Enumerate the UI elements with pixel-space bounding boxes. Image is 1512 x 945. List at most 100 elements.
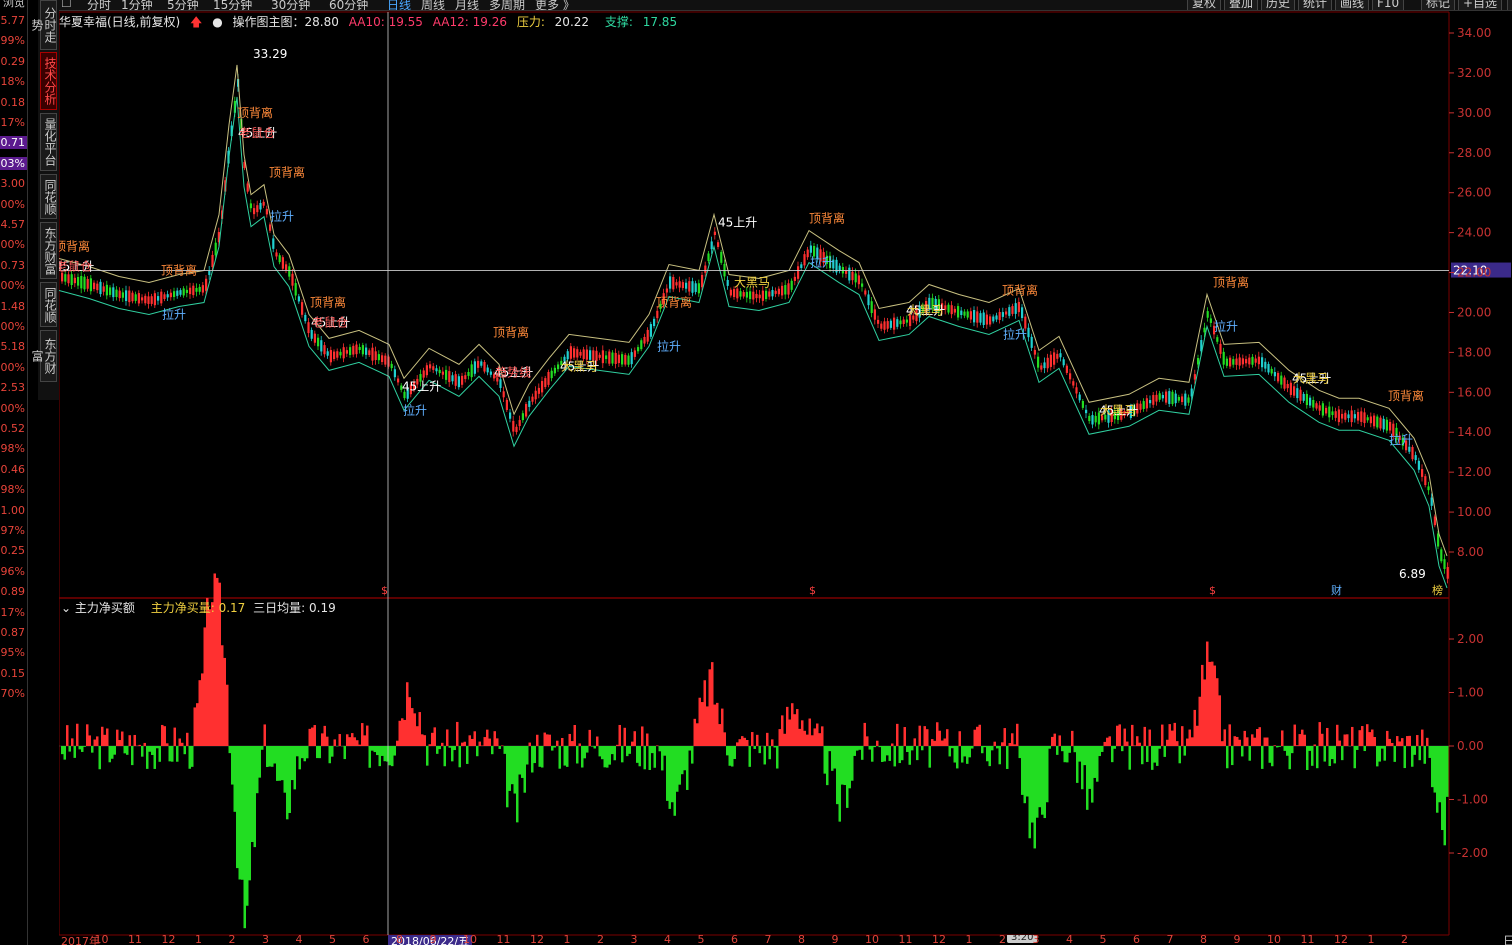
watchlist-value[interactable]: 98% xyxy=(0,442,27,455)
avg-label: 三日均量: xyxy=(253,601,309,615)
net-buy-bar xyxy=(931,739,934,746)
watchlist-value[interactable]: 98% xyxy=(0,483,27,496)
watchlist-value[interactable]: 0.52 xyxy=(0,422,27,435)
watchlist-value[interactable]: 70% xyxy=(0,687,27,700)
candle-body xyxy=(544,378,547,388)
watchlist-value[interactable]: 1.00 xyxy=(0,504,27,517)
net-buy-bar xyxy=(271,746,274,767)
net-buy-bar xyxy=(888,746,891,761)
watchlist-value[interactable]: 0.15 xyxy=(0,667,27,680)
candle-body xyxy=(787,283,790,295)
watchlist-value[interactable]: 97% xyxy=(0,524,27,537)
watchlist-value[interactable]: 00% xyxy=(0,279,27,292)
candle-body xyxy=(1232,359,1235,365)
candle-body xyxy=(566,351,569,360)
net-buy-bar xyxy=(1016,723,1019,746)
candle-body xyxy=(499,379,502,388)
net-buy-bar xyxy=(281,746,284,781)
watchlist-value[interactable]: 17% xyxy=(0,606,27,619)
candle-body xyxy=(1152,395,1155,405)
candle-body xyxy=(342,347,345,359)
net-buy-bar xyxy=(1161,724,1164,746)
collapse-icon[interactable]: ⌄ xyxy=(61,601,71,615)
watchlist-value[interactable]: 00% xyxy=(0,238,27,251)
candle-body xyxy=(1021,307,1024,319)
candle-body xyxy=(83,276,86,290)
net-buy-bar xyxy=(771,739,774,746)
candle-body xyxy=(899,320,902,325)
watchlist-value[interactable]: 03% xyxy=(0,156,27,170)
watchlist-value[interactable]: 5.77 xyxy=(0,14,27,27)
watchlist-value[interactable]: 0.18 xyxy=(0,96,27,109)
watchlist-value[interactable]: 0.87 xyxy=(0,626,27,639)
candle-body xyxy=(1005,311,1008,315)
sub-chart-title[interactable]: 主力净买额 xyxy=(75,601,135,615)
watchlist-value[interactable]: 18% xyxy=(0,75,27,88)
candle-body xyxy=(64,274,67,282)
watchlist-value[interactable]: 4.57 xyxy=(0,218,27,231)
candle-body xyxy=(573,348,576,358)
net-buy-bar xyxy=(1243,730,1246,746)
candle-body xyxy=(806,249,809,258)
date-tick: 6 xyxy=(1133,935,1140,945)
net-buy-bar xyxy=(1408,735,1411,746)
watchlist-value[interactable]: 00% xyxy=(0,320,27,333)
candle-body xyxy=(1421,469,1424,477)
net-buy-bar xyxy=(898,746,901,764)
candle-body xyxy=(102,286,105,292)
watchlist-value[interactable]: 0.29 xyxy=(0,55,27,68)
candle-body xyxy=(1142,401,1145,409)
vertical-tab[interactable]: 同花顺 xyxy=(40,282,57,327)
net-buy-bar xyxy=(773,746,776,748)
net-buy-bar xyxy=(768,746,771,760)
indicator-toggle-icon[interactable]: ● xyxy=(212,15,222,29)
net-buy-bar xyxy=(866,736,869,746)
net-buy-bar xyxy=(276,746,279,781)
watchlist-value[interactable]: 00% xyxy=(0,361,27,374)
watchlist-value[interactable]: 99% xyxy=(0,34,27,47)
net-buy-bar xyxy=(1381,746,1384,749)
watchlist-value[interactable]: 0.71 xyxy=(0,136,27,150)
vertical-tab[interactable]: 分时走势 xyxy=(30,0,57,50)
watchlist-value[interactable]: 95% xyxy=(0,646,27,659)
stock-title[interactable]: 华夏幸福(日线,前复权) xyxy=(59,15,180,29)
net-buy-bar xyxy=(883,746,886,762)
net-buy-bar xyxy=(618,724,621,746)
watchlist-value[interactable]: 96% xyxy=(0,565,27,578)
vertical-tab[interactable]: 东方财富 xyxy=(30,330,57,382)
kline-chart[interactable]: 22.1033.296.89顶背离顶背离顶背离顶背离顶背离顶背离顶背离顶背离顶背… xyxy=(59,0,1512,945)
candle-body xyxy=(774,290,777,294)
candle-body xyxy=(182,288,185,296)
watchlist-value[interactable]: 1.48 xyxy=(0,300,27,313)
net-buy-bar xyxy=(868,746,871,750)
watchlist-value[interactable]: 00% xyxy=(0,402,27,415)
candle-body xyxy=(582,349,585,359)
watchlist-value[interactable]: 5.18 xyxy=(0,340,27,353)
net-buy-bar xyxy=(1083,746,1086,766)
net-buy-bar xyxy=(541,746,544,768)
watchlist-value[interactable]: 00% xyxy=(0,198,27,211)
vertical-tab[interactable]: 量化平台 xyxy=(40,113,57,171)
vertical-tab[interactable]: 东方财富 xyxy=(40,222,57,279)
watchlist-value[interactable]: 2.53 xyxy=(0,381,27,394)
watchlist-value[interactable]: 3.00 xyxy=(0,177,27,190)
net-buy-bar xyxy=(1088,746,1091,789)
date-tick: 4 xyxy=(295,935,303,945)
candle-body xyxy=(656,310,659,319)
watchlist-value[interactable]: 0.46 xyxy=(0,463,27,476)
candle-body xyxy=(720,251,723,263)
vertical-tab[interactable]: 技术分析 xyxy=(40,52,57,110)
net-buy-bar xyxy=(728,746,731,766)
high-price-label: 33.29 xyxy=(253,47,287,61)
watchlist-value[interactable]: 17% xyxy=(0,116,27,129)
vertical-tab[interactable]: 同花顺 xyxy=(40,174,57,219)
watchlist-header: 浏览 xyxy=(3,0,25,9)
watchlist-value[interactable]: 0.25 xyxy=(0,544,27,557)
net-buy-bar xyxy=(196,703,199,746)
candle-body xyxy=(141,297,144,301)
watchlist-value[interactable]: 0.73 xyxy=(0,259,27,272)
net-buy-bar xyxy=(151,746,154,755)
net-buy-bar xyxy=(573,724,576,746)
net-buy-bar xyxy=(1158,746,1161,749)
watchlist-value[interactable]: 0.89 xyxy=(0,585,27,598)
